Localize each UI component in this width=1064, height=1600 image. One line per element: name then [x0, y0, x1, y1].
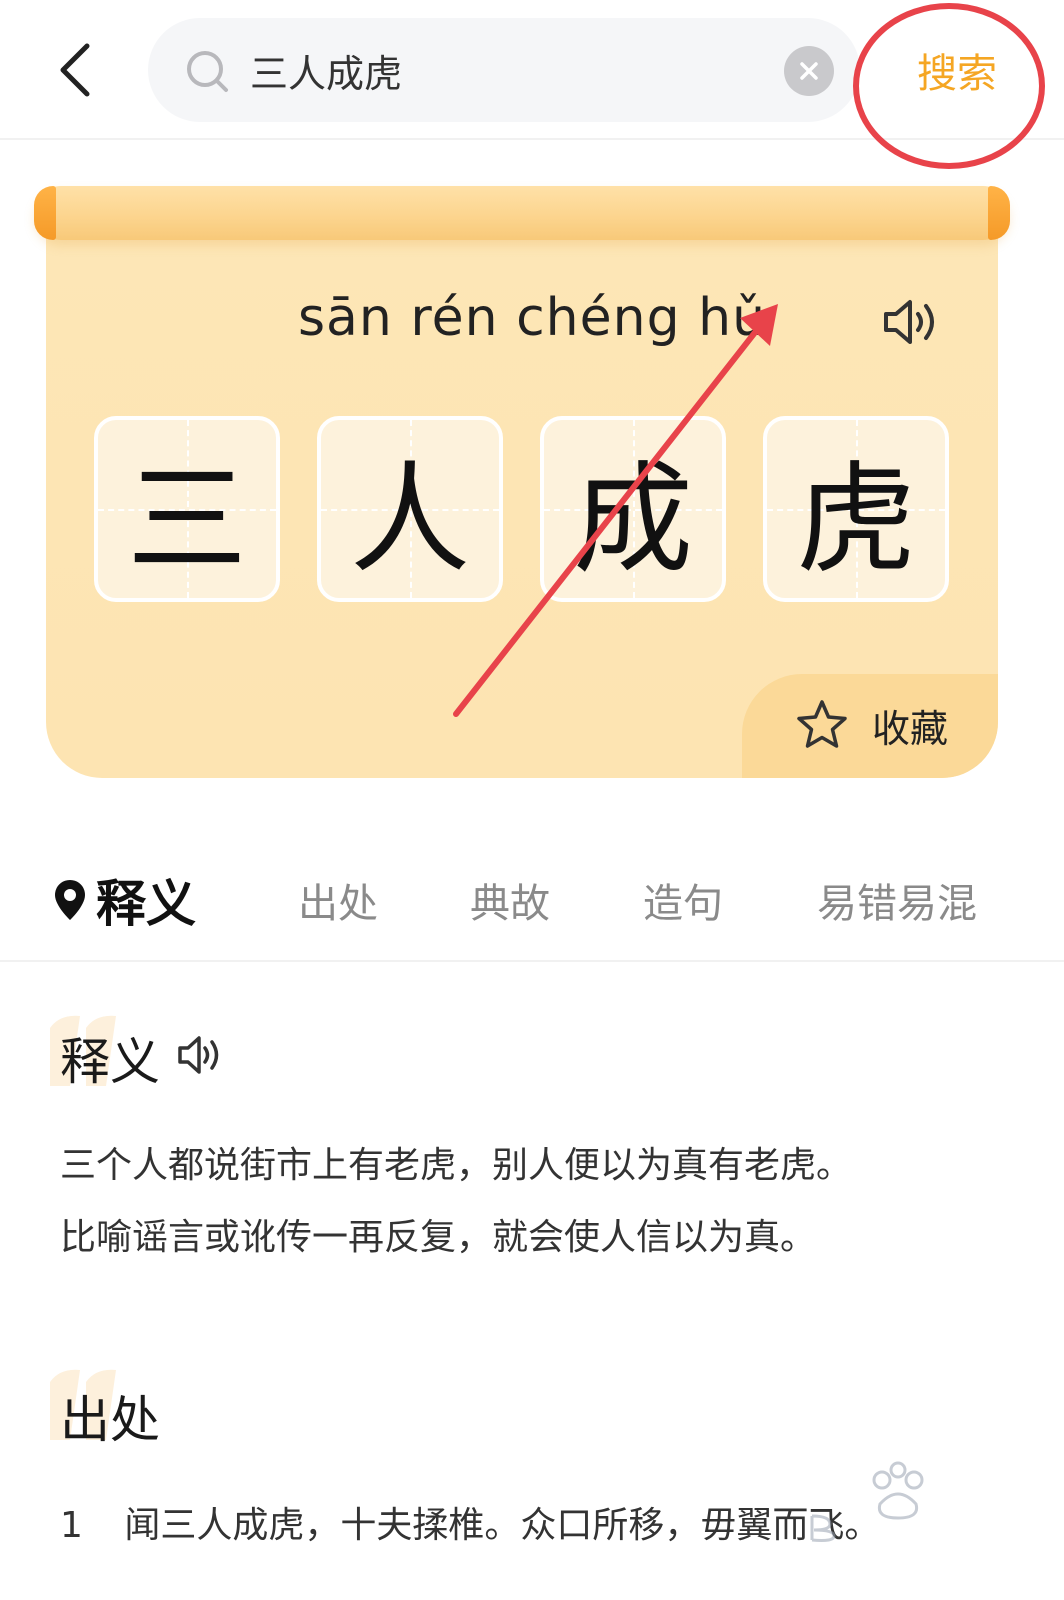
- meaning-title: 释义: [60, 1033, 160, 1091]
- tab-source[interactable]: 出处: [298, 868, 378, 932]
- search-input[interactable]: [250, 40, 770, 100]
- source-item-number: 1: [60, 1505, 83, 1546]
- idiom-char: 人: [350, 451, 470, 590]
- tab-label: 释义: [96, 875, 196, 933]
- char-box-2: 人: [317, 416, 503, 602]
- source-item-text: 闻三人成虎，十夫揉椎。众口所移，毋翼而飞。: [124, 1505, 881, 1546]
- search-submit-button[interactable]: 搜索: [892, 30, 1022, 110]
- tab-story[interactable]: 典故: [470, 868, 550, 932]
- speaker-icon[interactable]: [880, 294, 942, 350]
- source-item: 1 闻三人成虎，十夫揉椎。众口所移，毋翼而飞。: [60, 1496, 880, 1548]
- char-box-3: 成: [540, 416, 726, 602]
- char-box-1: 三: [94, 416, 280, 602]
- back-button[interactable]: [40, 30, 110, 110]
- star-icon: [797, 700, 847, 748]
- tab-examples[interactable]: 造句: [643, 868, 723, 932]
- meaning-line: 三个人都说街市上有老虎，别人便以为真有老虎。: [60, 1145, 853, 1186]
- tab-label: 出处: [298, 881, 378, 927]
- meaning-line: 比喻谣言或讹传一再反复，就会使人信以为真。: [60, 1217, 817, 1258]
- tab-confusables[interactable]: 易错易混: [817, 868, 977, 932]
- speaker-icon[interactable]: [176, 1032, 224, 1078]
- meaning-text: 三个人都说街市上有老虎，别人便以为真有老虎。 比喻谣言或讹传一再反复，就会使人信…: [60, 1130, 1020, 1274]
- char-box-4: 虎: [763, 416, 949, 602]
- source-title: 出处: [60, 1391, 160, 1449]
- idiom-char: 三: [127, 451, 247, 590]
- clear-search-button[interactable]: [784, 46, 834, 96]
- tab-label: 造句: [643, 881, 723, 927]
- search-box[interactable]: [148, 18, 860, 122]
- idiom-char: 虎: [796, 451, 916, 590]
- tab-label: 典故: [470, 881, 550, 927]
- roller-cap-right: [988, 186, 1010, 240]
- favorite-label: 收藏: [872, 706, 949, 751]
- section-tabs: 释义 出处 典故 造句 易错易混: [0, 840, 1064, 962]
- scroll-roller: [34, 186, 1010, 240]
- favorite-button[interactable]: 收藏: [794, 692, 974, 758]
- search-icon: [187, 51, 228, 92]
- roller-cap-left: [34, 186, 56, 240]
- tab-meaning[interactable]: 释义: [52, 868, 196, 933]
- tab-label: 易错易混: [817, 881, 977, 927]
- chevron-left-icon: [60, 43, 90, 97]
- location-pin-icon: [55, 880, 85, 920]
- idiom-char: 成: [573, 451, 693, 590]
- close-icon: [800, 62, 818, 80]
- top-bar: 搜索: [0, 0, 1064, 140]
